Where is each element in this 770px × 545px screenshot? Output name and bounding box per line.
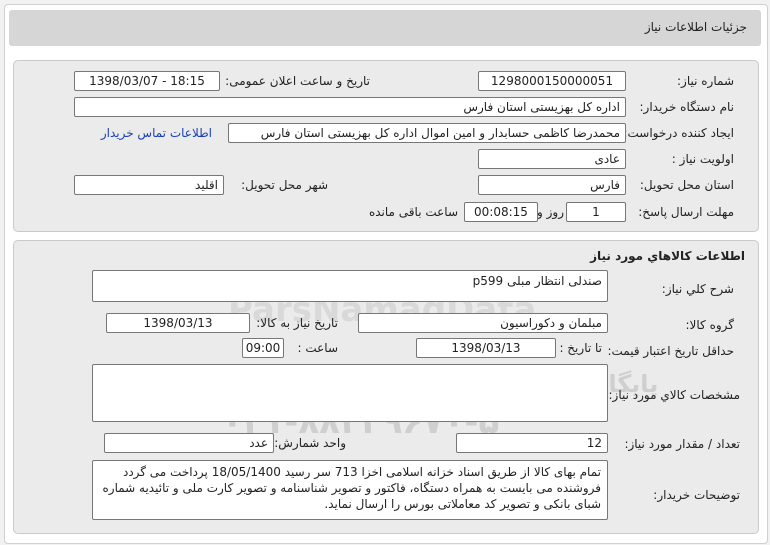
delivery-city-field: اقلید xyxy=(74,175,224,195)
deadline-days-field: 1 xyxy=(566,202,626,222)
goods-specs-label: مشخصات کالاي مورد نياز: xyxy=(608,388,740,402)
validity-time-field: 09:00 xyxy=(242,338,284,358)
quantity-field: 12 xyxy=(456,433,608,453)
request-creator-label: ایجاد کننده درخواست: xyxy=(623,126,734,140)
priority-label: اولویت نیاز : xyxy=(671,152,734,166)
page-header: جزئیات اطلاعات نیاز xyxy=(9,10,761,46)
remaining-time-label: ساعت باقی مانده xyxy=(368,205,458,219)
announce-date-field: 1398/03/07 - 18:15 xyxy=(74,71,220,91)
buyer-notes-label: توضیحات خریدار: xyxy=(653,488,740,502)
need-description-label: شرح کلي نياز: xyxy=(661,282,734,296)
delivery-city-label: شهر محل تحویل: xyxy=(241,178,328,192)
announce-date-label: تاریخ و ساعت اعلان عمومی: xyxy=(225,74,370,88)
goods-group-field: مبلمان و دکوراسیون xyxy=(358,313,608,333)
validity-date-field: 1398/03/13 xyxy=(416,338,556,358)
delivery-province-label: استان محل تحویل: xyxy=(639,178,734,192)
need-description-field: صندلی انتظار مبلی p599 xyxy=(92,270,608,302)
buyer-notes-field: تمام بهای کالا از طریق اسناد خزانه اسلام… xyxy=(92,460,608,520)
until-date-label: تا تاریخ : xyxy=(559,341,602,355)
price-validity-label: حداقل تاریخ اعتبار قیمت: xyxy=(607,344,734,358)
response-deadline-label: مهلت ارسال پاسخ: xyxy=(638,205,734,219)
delivery-province-field: فارس xyxy=(478,175,626,195)
deadline-time-field: 00:08:15 xyxy=(464,202,538,222)
need-date-label: تاریخ نیاز به کالا: xyxy=(256,316,338,330)
priority-field: عادی xyxy=(478,149,626,169)
need-number-label: شماره نیاز: xyxy=(677,74,734,88)
validity-time-label: ساعت : xyxy=(297,341,338,355)
buyer-org-label: نام دستگاه خریدار: xyxy=(639,100,735,114)
goods-specs-field xyxy=(92,364,608,422)
unit-field: عدد xyxy=(104,433,274,453)
buyer-contact-link[interactable]: اطلاعات تماس خریدار xyxy=(101,126,212,140)
quantity-label: تعداد / مقدار مورد نیاز: xyxy=(624,437,740,451)
need-number-field: 1298000150000051 xyxy=(478,71,626,91)
page-title: جزئیات اطلاعات نیاز xyxy=(644,20,747,34)
request-creator-field: محمدرضا کاظمی حسابدار و امین اموال اداره… xyxy=(228,123,626,143)
days-label: روز و xyxy=(537,205,564,219)
goods-section-title: اطلاعات کالاهاي مورد نياز xyxy=(590,249,745,263)
need-date-field: 1398/03/13 xyxy=(106,313,250,333)
buyer-org-field: اداره کل بهزیستی استان فارس xyxy=(74,97,626,117)
unit-label: واحد شمارش: xyxy=(274,436,346,450)
goods-group-label: گروه کالا: xyxy=(685,318,735,332)
